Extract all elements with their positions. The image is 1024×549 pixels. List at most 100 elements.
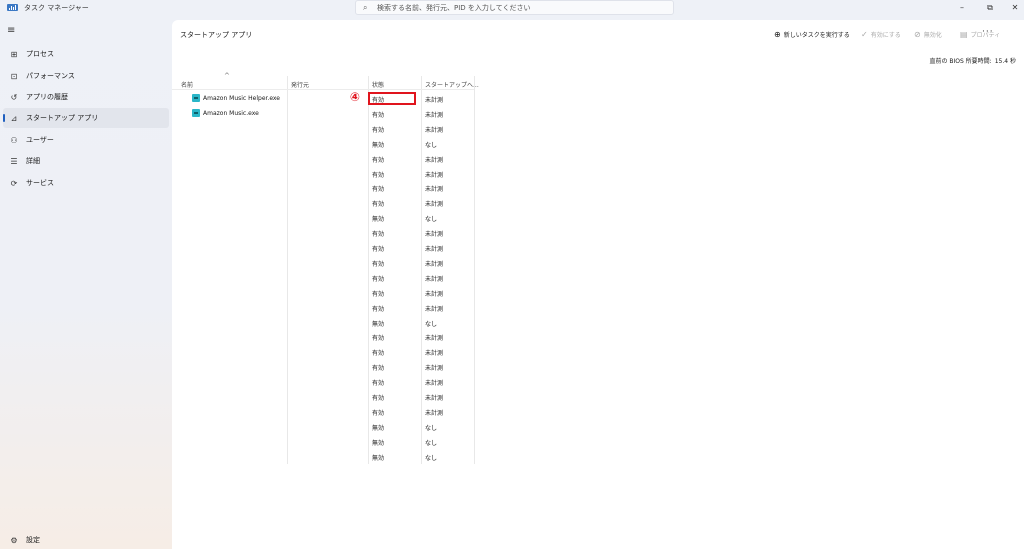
search-box[interactable]: ⌕ <box>355 0 674 15</box>
title-bar: タスク マネージャー ⌕ – ⧉ ✕ <box>0 0 1024 16</box>
table-row[interactable]: 有効 未計測 <box>172 255 474 270</box>
app-name-cell: Amazon Music.exe <box>203 109 259 117</box>
status-cell: 有効 <box>372 290 385 298</box>
startup-impact-cell: 未計測 <box>425 126 444 134</box>
table-row[interactable]: 有効 未計測 <box>172 195 474 210</box>
page-title: スタートアップ アプリ <box>180 31 253 39</box>
column-header-publisher[interactable]: 発行元 <box>291 80 309 89</box>
startup-impact-cell: 未計測 <box>425 186 444 194</box>
more-options-button[interactable]: ··· <box>982 27 994 37</box>
sidebar-item-label: パフォーマンス <box>26 72 75 80</box>
bios-time-value: 15.4 秒 <box>994 58 1016 65</box>
checkmark-icon: ✓ <box>861 29 868 39</box>
status-cell: 有効 <box>372 350 385 358</box>
table-row[interactable]: 有効 未計測 <box>172 344 474 359</box>
disable-icon: ⊘ <box>914 29 921 39</box>
status-cell: 無効 <box>372 454 385 462</box>
processes-icon: ⊞ <box>10 49 18 59</box>
startup-impact-cell: 未計測 <box>425 290 444 298</box>
disable-button[interactable]: ⊘ 無効化 <box>914 28 942 40</box>
sidebar-item-label: アプリの履歴 <box>26 93 68 101</box>
run-new-task-button[interactable]: ⊕ 新しいタスクを実行する <box>774 28 850 40</box>
table-row[interactable]: 有効 未計測 <box>172 121 474 136</box>
startup-impact-cell: 未計測 <box>425 380 444 388</box>
startup-impact-cell: 未計測 <box>425 350 444 358</box>
startup-impact-cell: 未計測 <box>425 409 444 417</box>
table-row[interactable]: 有効 未計測 <box>172 166 474 181</box>
startup-impact-cell: なし <box>425 424 438 432</box>
hamburger-menu-icon[interactable]: ≡ <box>7 26 15 36</box>
status-cell: 有効 <box>372 275 385 283</box>
table-row[interactable]: 有効 未計測 <box>172 225 474 240</box>
column-divider[interactable] <box>474 76 475 464</box>
status-cell: 無効 <box>372 216 385 224</box>
sidebar-item-services[interactable]: ⟳ サービス <box>3 173 169 193</box>
column-header-name[interactable]: 名前 <box>181 80 193 89</box>
table-row[interactable]: 有効 未計測 <box>172 329 474 344</box>
table-row[interactable]: 有効 未計測 <box>172 180 474 195</box>
startup-impact-cell: なし <box>425 454 438 462</box>
table-row[interactable]: 有効 未計測 <box>172 240 474 255</box>
table-row[interactable]: 有効 未計測 <box>172 404 474 419</box>
table-row[interactable]: 無効 なし <box>172 419 474 434</box>
sidebar-item-details[interactable]: ☰ 詳細 <box>3 151 169 171</box>
sidebar-item-settings[interactable]: ⚙ 設定 <box>3 530 169 549</box>
maximize-button[interactable]: ⧉ <box>983 2 997 13</box>
status-cell: 有効 <box>372 156 385 164</box>
sidebar: ≡ ⊞ プロセス ⊡ パフォーマンス ↺ アプリの履歴 ⊿ スタートアップ アプリ ⚇ ユーザー ☰… <box>0 16 172 549</box>
table-row[interactable]: 無効 なし <box>172 136 474 151</box>
startup-impact-cell: 未計測 <box>425 275 444 283</box>
enable-button[interactable]: ✓ 有効にする <box>861 28 901 40</box>
status-cell: 有効 <box>372 365 385 373</box>
sidebar-item-label: 設定 <box>26 536 40 544</box>
table-row[interactable]: Amazon Music.exe 有効 未計測 <box>172 106 474 121</box>
column-header-status[interactable]: 状態 <box>372 80 384 89</box>
performance-icon: ⊡ <box>10 71 18 81</box>
window-title: タスク マネージャー <box>24 4 89 12</box>
amazon-music-app-icon <box>192 108 200 117</box>
sidebar-item-users[interactable]: ⚇ ユーザー <box>3 130 169 150</box>
startup-impact-cell: なし <box>425 216 438 224</box>
minimize-button[interactable]: – <box>955 2 969 13</box>
sidebar-item-label: サービス <box>26 179 54 187</box>
status-cell: 有効 <box>372 171 385 179</box>
status-cell: 有効 <box>372 305 385 313</box>
new-task-icon: ⊕ <box>774 29 781 39</box>
table-row[interactable]: 有効 未計測 <box>172 270 474 285</box>
startup-impact-cell: 未計測 <box>425 246 444 253</box>
sidebar-item-startup-apps[interactable]: ⊿ スタートアップ アプリ <box>3 108 169 128</box>
status-cell: 有効 <box>372 380 385 388</box>
sidebar-item-app-history[interactable]: ↺ アプリの履歴 <box>3 87 169 107</box>
close-button[interactable]: ✕ <box>1008 2 1022 13</box>
startup-impact-cell: 未計測 <box>425 260 444 268</box>
table-row[interactable]: 有効 未計測 <box>172 300 474 315</box>
table-row[interactable]: 有効 未計測 <box>172 389 474 404</box>
table-row[interactable]: Amazon Music Helper.exe 有効 未計測 <box>172 91 474 106</box>
services-icon: ⟳ <box>10 178 18 188</box>
status-cell: 無効 <box>372 141 385 149</box>
status-cell: 有効 <box>372 111 385 119</box>
table-row[interactable]: 有効 未計測 <box>172 374 474 389</box>
startup-impact-cell: 未計測 <box>425 305 444 313</box>
bios-time-info: 直前の BIOS 所要時間: 15.4 秒 <box>929 56 1016 65</box>
properties-button[interactable]: ▤ プロパティ <box>960 28 1000 40</box>
app-name-cell: Amazon Music Helper.exe <box>203 95 280 102</box>
startup-impact-cell: 未計測 <box>425 156 444 164</box>
startup-impact-cell: 未計測 <box>425 231 444 239</box>
table-row[interactable]: 有効 未計測 <box>172 151 474 166</box>
table-row[interactable]: 無効 なし <box>172 315 474 330</box>
column-header-startup-impact[interactable]: スタートアップへ... <box>425 80 479 89</box>
sidebar-item-processes[interactable]: ⊞ プロセス <box>3 44 169 64</box>
table-row[interactable]: 無効 なし <box>172 210 474 225</box>
step-number-callout: ④ <box>349 90 361 104</box>
table-row[interactable]: 有効 未計測 <box>172 285 474 300</box>
search-input[interactable] <box>377 3 657 13</box>
disable-label: 無効化 <box>923 31 942 39</box>
run-new-task-label: 新しいタスクを実行する <box>783 31 850 39</box>
table-row[interactable]: 無効 なし <box>172 434 474 449</box>
table-row[interactable]: 無効 なし <box>172 449 474 464</box>
properties-icon: ▤ <box>960 29 968 39</box>
table-row[interactable]: 有効 未計測 <box>172 359 474 374</box>
status-cell: 有効 <box>372 395 385 402</box>
sidebar-item-performance[interactable]: ⊡ パフォーマンス <box>3 66 169 86</box>
